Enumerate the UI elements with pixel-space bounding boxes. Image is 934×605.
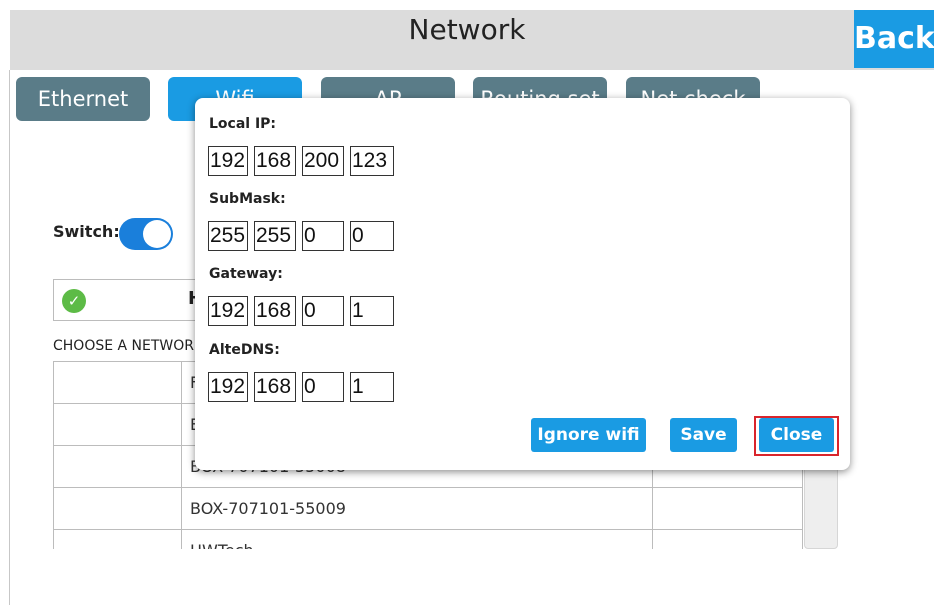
submask-octet-3[interactable]: 0 [302, 221, 344, 251]
gateway-octet-4[interactable]: 1 [350, 296, 394, 326]
close-button-highlight [754, 416, 839, 456]
altdns-label: AlteDNS: [209, 342, 280, 358]
submask-label: SubMask: [209, 191, 286, 207]
local-ip-octet-2[interactable]: 168 [254, 146, 296, 176]
back-button[interactable]: Back [854, 10, 934, 68]
ignore-wifi-button[interactable]: Ignore wifi [531, 418, 646, 452]
altdns-octet-3[interactable]: 0 [302, 372, 344, 402]
altdns-octet-4[interactable]: 1 [350, 372, 394, 402]
submask-octet-4[interactable]: 0 [350, 221, 394, 251]
wifi-toggle[interactable] [119, 218, 173, 250]
page-title: Network [408, 13, 526, 46]
save-button[interactable]: Save [670, 418, 737, 452]
submask-octet-2[interactable]: 255 [254, 221, 296, 251]
submask-octet-1[interactable]: 255 [208, 221, 248, 251]
tab-ethernet[interactable]: Ethernet [16, 77, 150, 121]
choose-network-label: CHOOSE A NETWOR [53, 338, 195, 354]
connected-network-row[interactable]: ✓ H [53, 279, 213, 321]
local-ip-label: Local IP: [209, 116, 277, 132]
altdns-octet-2[interactable]: 168 [254, 372, 296, 402]
network-name: BOX-707101-55009 [190, 499, 346, 518]
check-icon: ✓ [62, 289, 86, 313]
local-ip-octet-1[interactable]: 192 [208, 146, 248, 176]
list-item[interactable]: BOX-707101-55009 [54, 487, 802, 529]
altdns-octet-1[interactable]: 192 [208, 372, 248, 402]
gateway-label: Gateway: [209, 266, 283, 282]
left-border [9, 70, 10, 605]
gateway-octet-3[interactable]: 0 [302, 296, 344, 326]
local-ip-octet-3[interactable]: 200 [302, 146, 344, 176]
wifi-ip-settings-dialog: Local IP: 192 168 200 123 SubMask: 255 2… [195, 98, 850, 470]
network-settings-screen: Network Back Ethernet Wifi AP Routing se… [0, 0, 934, 605]
local-ip-octet-4[interactable]: 123 [350, 146, 394, 176]
list-item[interactable]: HWTech [54, 529, 802, 549]
switch-label: Switch: [53, 222, 120, 241]
toggle-knob [143, 220, 171, 248]
network-name: HWTech [190, 541, 254, 549]
gateway-octet-1[interactable]: 192 [208, 296, 248, 326]
gateway-octet-2[interactable]: 168 [254, 296, 296, 326]
